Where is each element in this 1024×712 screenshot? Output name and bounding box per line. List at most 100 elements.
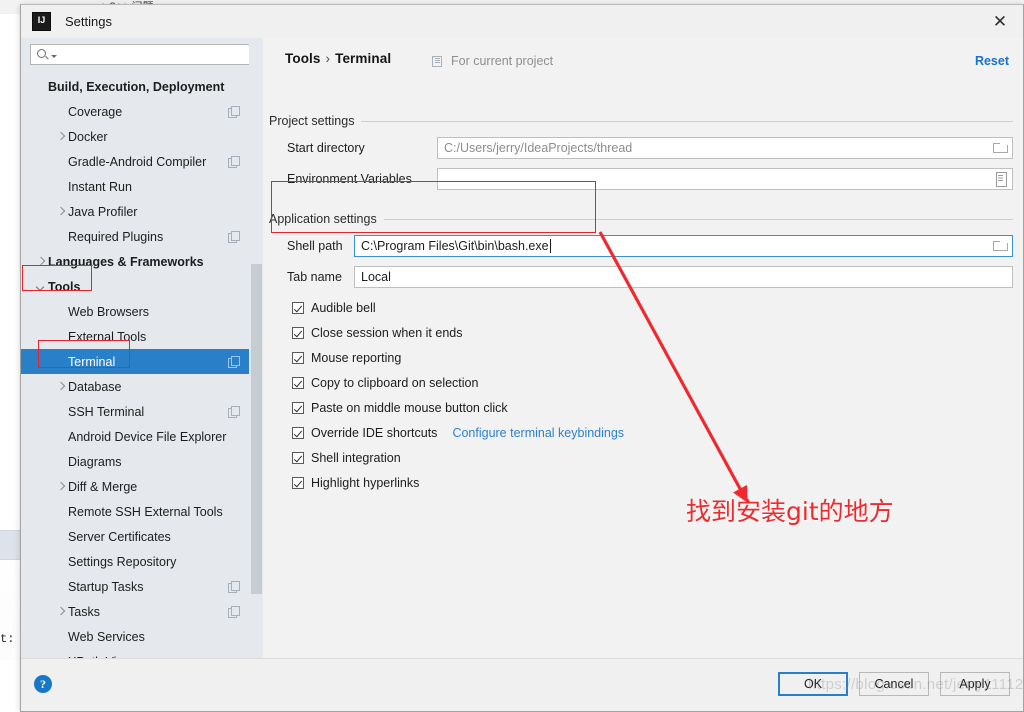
- sidebar-item-settings-repository[interactable]: Settings Repository: [21, 549, 249, 574]
- option-row[interactable]: Close session when it ends: [292, 323, 1013, 342]
- project-scope-icon: [432, 55, 445, 67]
- folder-browse-icon[interactable]: [990, 138, 1012, 158]
- sidebar-scrollbar-thumb[interactable]: [251, 264, 262, 594]
- reset-link[interactable]: Reset: [975, 54, 1009, 68]
- search-input[interactable]: [57, 46, 254, 63]
- environment-variables-input[interactable]: [438, 170, 990, 188]
- checkbox-icon[interactable]: [292, 376, 304, 389]
- folder-browse-icon[interactable]: [990, 236, 1012, 256]
- help-icon[interactable]: ?: [34, 675, 52, 693]
- option-label: Copy to clipboard on selection: [311, 375, 479, 390]
- option-row[interactable]: Shell integration: [292, 448, 1013, 467]
- copy-settings-icon[interactable]: [228, 105, 241, 118]
- project-settings-group: Project settings Start directory Environ…: [269, 114, 1013, 190]
- chevron-right-icon[interactable]: [55, 130, 68, 143]
- sidebar-item-coverage[interactable]: Coverage: [21, 99, 249, 124]
- sidebar-item-diagrams[interactable]: Diagrams: [21, 449, 249, 474]
- sidebar-item-web-services[interactable]: Web Services: [21, 624, 249, 649]
- edit-variables-icon[interactable]: [990, 169, 1012, 189]
- sidebar-item-diff-merge[interactable]: Diff & Merge: [21, 474, 249, 499]
- option-row[interactable]: Highlight hyperlinks: [292, 473, 1013, 492]
- option-row[interactable]: Paste on middle mouse button click: [292, 398, 1013, 417]
- sidebar-item-label: Diagrams: [68, 454, 122, 469]
- chevron-right-icon[interactable]: [55, 480, 68, 493]
- copy-settings-icon[interactable]: [228, 155, 241, 168]
- configure-keybindings-link[interactable]: Configure terminal keybindings: [452, 426, 624, 440]
- environment-variables-field[interactable]: [437, 168, 1013, 190]
- checkbox-icon[interactable]: [292, 301, 304, 314]
- sidebar-item-web-browsers[interactable]: Web Browsers: [21, 299, 249, 324]
- sidebar-item-external-tools[interactable]: External Tools: [21, 324, 249, 349]
- apply-button[interactable]: Apply: [940, 672, 1010, 696]
- sidebar-item-label: Server Certificates: [68, 529, 171, 544]
- sidebar-item-gradle-android-compiler[interactable]: Gradle-Android Compiler: [21, 149, 249, 174]
- sidebar-item-docker[interactable]: Docker: [21, 124, 249, 149]
- sidebar-item-tasks[interactable]: Tasks: [21, 599, 249, 624]
- option-label: Shell integration: [311, 450, 401, 465]
- copy-settings-icon[interactable]: [228, 230, 241, 243]
- cancel-button[interactable]: Cancel: [859, 672, 929, 696]
- option-row[interactable]: Audible bell: [292, 298, 1013, 317]
- sidebar-item-label: Startup Tasks: [68, 579, 144, 594]
- checkbox-icon[interactable]: [292, 351, 304, 364]
- sidebar-item-server-certificates[interactable]: Server Certificates: [21, 524, 249, 549]
- ok-button[interactable]: OK: [778, 672, 848, 696]
- sidebar-item-tools[interactable]: Tools: [21, 274, 249, 299]
- sidebar-item-languages-frameworks[interactable]: Languages & Frameworks: [21, 249, 249, 274]
- copy-settings-icon[interactable]: [228, 580, 241, 593]
- sidebar-item-remote-ssh-external-tools[interactable]: Remote SSH External Tools: [21, 499, 249, 524]
- shell-path-input[interactable]: [355, 237, 990, 255]
- sidebar-item-startup-tasks[interactable]: Startup Tasks: [21, 574, 249, 599]
- tab-name-field[interactable]: [354, 266, 1013, 288]
- start-directory-input[interactable]: [438, 139, 990, 157]
- checkbox-icon[interactable]: [292, 476, 304, 489]
- chevron-right-icon[interactable]: [55, 380, 68, 393]
- option-label: Close session when it ends: [311, 325, 463, 340]
- copy-settings-icon[interactable]: [228, 405, 241, 418]
- sidebar-item-required-plugins[interactable]: Required Plugins: [21, 224, 249, 249]
- sidebar-item-build-execution-deployment[interactable]: Build, Execution, Deployment: [21, 74, 249, 99]
- tab-name-input[interactable]: [355, 268, 1012, 286]
- copy-settings-icon[interactable]: [228, 355, 241, 368]
- chevron-down-icon[interactable]: [35, 280, 48, 293]
- start-directory-row: Start directory: [269, 137, 1013, 159]
- option-row[interactable]: Mouse reporting: [292, 348, 1013, 367]
- checkbox-icon[interactable]: [292, 426, 304, 439]
- copy-settings-icon[interactable]: [228, 605, 241, 618]
- sidebar-item-terminal[interactable]: Terminal: [21, 349, 249, 374]
- checkbox-icon[interactable]: [292, 451, 304, 464]
- search-icon: [36, 48, 49, 61]
- terminal-options-list: Audible bell Close session when it ends Mo…: [292, 298, 1013, 498]
- divider: [383, 218, 1013, 220]
- chevron-right-icon[interactable]: [55, 605, 68, 618]
- sidebar-item-java-profiler[interactable]: Java Profiler: [21, 199, 249, 224]
- dialog-title: Settings: [65, 14, 112, 29]
- chevron-right-icon[interactable]: [55, 205, 68, 218]
- chevron-right-icon[interactable]: [35, 255, 48, 268]
- close-icon[interactable]: ✕: [977, 5, 1023, 38]
- start-directory-field[interactable]: [437, 137, 1013, 159]
- sidebar-item-instant-run[interactable]: Instant Run: [21, 174, 249, 199]
- scope-note-label: For current project: [451, 54, 554, 68]
- sidebar-item-android-device-file-explorer[interactable]: Android Device File Explorer: [21, 424, 249, 449]
- environment-variables-row: Environment Variables: [269, 168, 1013, 190]
- settings-main-panel: Tools › Terminal For current project Reset…: [263, 38, 1023, 678]
- option-row[interactable]: Copy to clipboard on selection: [292, 373, 1013, 392]
- checkbox-icon[interactable]: [292, 326, 304, 339]
- checkbox-icon[interactable]: [292, 401, 304, 414]
- sidebar-scrollbar-track[interactable]: [249, 38, 263, 678]
- settings-sidebar: Build, Execution, Deployment Coverage Dock…: [21, 38, 263, 678]
- shell-path-field[interactable]: [354, 235, 1013, 257]
- option-row[interactable]: Override IDE shortcuts Configure terminal…: [292, 423, 1013, 442]
- search-box[interactable]: [30, 44, 255, 65]
- breadcrumb-parent[interactable]: Tools: [285, 51, 321, 66]
- sidebar-item-label: Tools: [48, 279, 81, 294]
- option-label: Highlight hyperlinks: [311, 475, 420, 490]
- sidebar-item-ssh-terminal[interactable]: SSH Terminal: [21, 399, 249, 424]
- sidebar-item-database[interactable]: Database: [21, 374, 249, 399]
- sidebar-item-label: Web Browsers: [68, 304, 150, 319]
